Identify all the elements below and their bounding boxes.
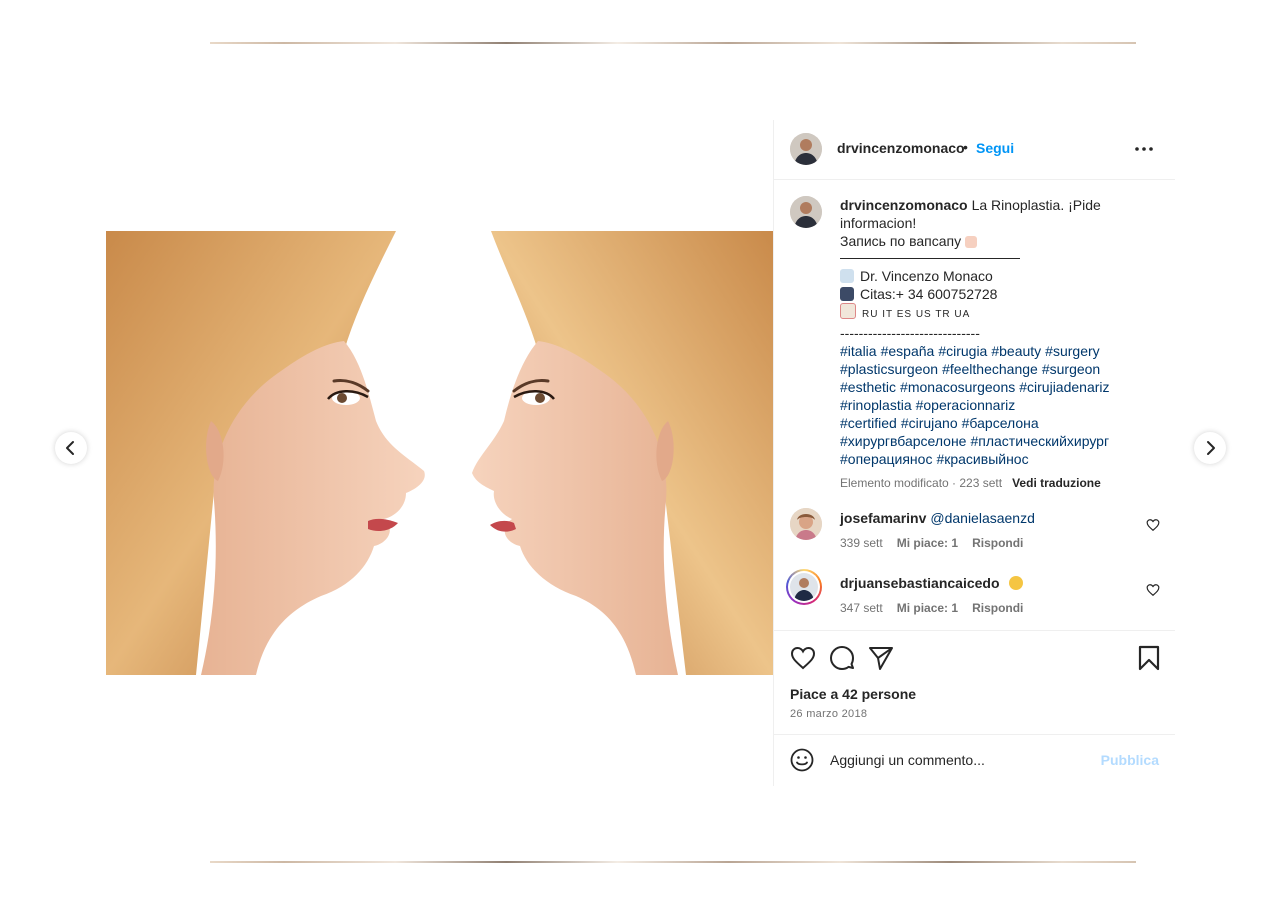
hashtag-link[interactable]: #italia <box>840 343 877 359</box>
previous-post-button[interactable] <box>55 432 87 464</box>
hashtag-link[interactable]: #operacionnariz <box>916 397 1016 413</box>
comment-input[interactable] <box>830 749 1090 771</box>
memo-emoji-icon <box>840 303 856 319</box>
hashtag-link[interactable]: #españa <box>881 343 935 359</box>
caption-doctor: Dr. Vincenzo Monaco <box>860 268 993 284</box>
profile-photo-icon <box>790 573 818 601</box>
hashtag-link[interactable]: #cirujiadenariz <box>1019 379 1109 395</box>
comment-item: josefamarinv @danielasaenzd 339 sett Mi pi… <box>790 508 1160 558</box>
hashtag-link[interactable]: #surgery <box>1045 343 1099 359</box>
hashtag-link[interactable]: #хирургвбарселоне <box>840 433 966 449</box>
clapping-hands-emoji-icon <box>1009 576 1024 590</box>
reply-button[interactable]: Rispondi <box>972 536 1023 550</box>
hashtag-link[interactable]: #rinoplastia <box>840 397 912 413</box>
comment-text: josefamarinv @danielasaenzd <box>840 510 1035 526</box>
caption-phone: Citas:+ 34 600752728 <box>860 286 998 302</box>
hashtag-link[interactable]: #esthetic <box>840 379 896 395</box>
comment-username[interactable]: josefamarinv <box>840 510 926 526</box>
comment-likes[interactable]: Mi piace: 1 <box>897 536 958 550</box>
profile-photo-icon <box>790 196 822 228</box>
doctor-emoji-icon <box>840 269 854 283</box>
publish-button[interactable]: Pubblica <box>1101 752 1159 768</box>
profile-photo-icon <box>790 133 822 165</box>
share-send-icon[interactable] <box>868 645 894 671</box>
comment-time: 339 sett <box>840 536 883 550</box>
comment-like-heart-icon[interactable] <box>1146 518 1160 532</box>
profile-photo-icon <box>790 508 822 540</box>
caption-text: drvincenzomonaco La Rinoplastia. ¡Pide in… <box>840 196 1158 492</box>
hashtag-link[interactable]: #барселона <box>962 415 1039 431</box>
post-dialog: drvincenzomonaco • Segui drvincenzomonac… <box>106 120 1175 786</box>
top-strip <box>210 42 1136 44</box>
post-side-panel: drvincenzomonaco • Segui drvincenzomonac… <box>773 120 1175 786</box>
likes-count[interactable]: Piace a 42 persone <box>790 686 916 702</box>
hashtag-link[interactable]: #plasticsurgeon <box>840 361 938 377</box>
hashtag-link[interactable]: #beauty <box>991 343 1041 359</box>
post-photo[interactable] <box>106 231 773 675</box>
hashtag-link[interactable]: #surgeon <box>1042 361 1100 377</box>
caption-languages: RU IT ES US TR UA <box>862 309 971 320</box>
comment-text: drjuansebastiancaicedo <box>840 575 1029 591</box>
caption-line-1: La Rinoplastia. ¡Pide <box>971 197 1101 213</box>
comment-username[interactable]: drjuansebastiancaicedo <box>840 575 1000 591</box>
phone-emoji-icon <box>840 287 854 301</box>
comment-bubble-icon[interactable] <box>829 645 855 671</box>
comment-meta: 347 sett Mi piace: 1 Rispondi <box>840 601 1023 615</box>
follow-button[interactable]: Segui <box>976 140 1014 156</box>
chevron-left-icon <box>66 441 74 455</box>
hashtag-link[interactable]: #certified <box>840 415 897 431</box>
comment-like-heart-icon[interactable] <box>1146 583 1160 597</box>
hashtag-link[interactable]: #monacosurgeons <box>900 379 1015 395</box>
caption-author-avatar[interactable] <box>790 196 822 228</box>
bottom-strip <box>210 861 1136 863</box>
comment-mention[interactable]: @danielasaenzd <box>930 510 1035 526</box>
caption-line-2: informacion! <box>840 215 917 231</box>
hashtag-link[interactable]: #cirujano <box>901 415 958 431</box>
hashtag-link[interactable]: #cirugia <box>938 343 987 359</box>
caption-divider: ------------------------------ <box>840 325 980 341</box>
author-avatar[interactable] <box>790 133 822 165</box>
more-options-icon[interactable] <box>1129 134 1159 164</box>
see-translation-button[interactable]: Vedi traduzione <box>1012 476 1101 490</box>
caption-rule <box>840 258 1020 259</box>
hashtag-link[interactable]: #feelthechange <box>942 361 1038 377</box>
reply-button[interactable]: Rispondi <box>972 601 1023 615</box>
chevron-right-icon <box>1207 441 1215 455</box>
comment-time: 347 sett <box>840 601 883 615</box>
comments-list[interactable]: drvincenzomonaco La Rinoplastia. ¡Pide in… <box>774 180 1175 630</box>
caption-line-3: Запись по вапсапу <box>840 233 962 249</box>
author-username[interactable]: drvincenzomonaco <box>837 140 965 156</box>
post-header: drvincenzomonaco • Segui <box>774 120 1175 180</box>
comment-meta: 339 sett Mi piace: 1 Rispondi <box>840 536 1023 550</box>
post-actions: Piace a 42 persone 26 marzo 2018 <box>774 630 1175 735</box>
emoji-smile-icon[interactable] <box>790 748 814 772</box>
pointing-hand-emoji-icon <box>965 236 977 248</box>
caption-hashtags: #italia #españa #cirugia #beauty #surgery #p… <box>840 342 1158 468</box>
add-comment-bar: Pubblica <box>774 734 1175 787</box>
like-heart-icon[interactable] <box>790 645 816 671</box>
caption-username[interactable]: drvincenzomonaco <box>840 197 968 213</box>
caption-meta: Elemento modificato · 223 sett Vedi tradu… <box>840 474 1158 492</box>
comment-likes[interactable]: Mi piace: 1 <box>897 601 958 615</box>
caption-edited-time: Elemento modificato · 223 sett <box>840 476 1003 490</box>
post-date: 26 marzo 2018 <box>790 708 868 720</box>
post-media <box>106 120 773 786</box>
story-ring[interactable] <box>786 569 822 605</box>
rhinoplasty-before-after-image <box>106 231 773 675</box>
next-post-button[interactable] <box>1194 432 1226 464</box>
separator-dot: • <box>963 139 968 155</box>
hashtag-link[interactable]: #операцияноc <box>840 451 932 467</box>
comment-item: drjuansebastiancaicedo 347 sett Mi piace:… <box>786 569 1160 623</box>
hashtag-link[interactable]: #пластическийхирург <box>970 433 1109 449</box>
save-bookmark-icon[interactable] <box>1136 645 1162 671</box>
hashtag-link[interactable]: #красивыйнос <box>936 451 1028 467</box>
commenter-avatar[interactable] <box>790 508 822 540</box>
